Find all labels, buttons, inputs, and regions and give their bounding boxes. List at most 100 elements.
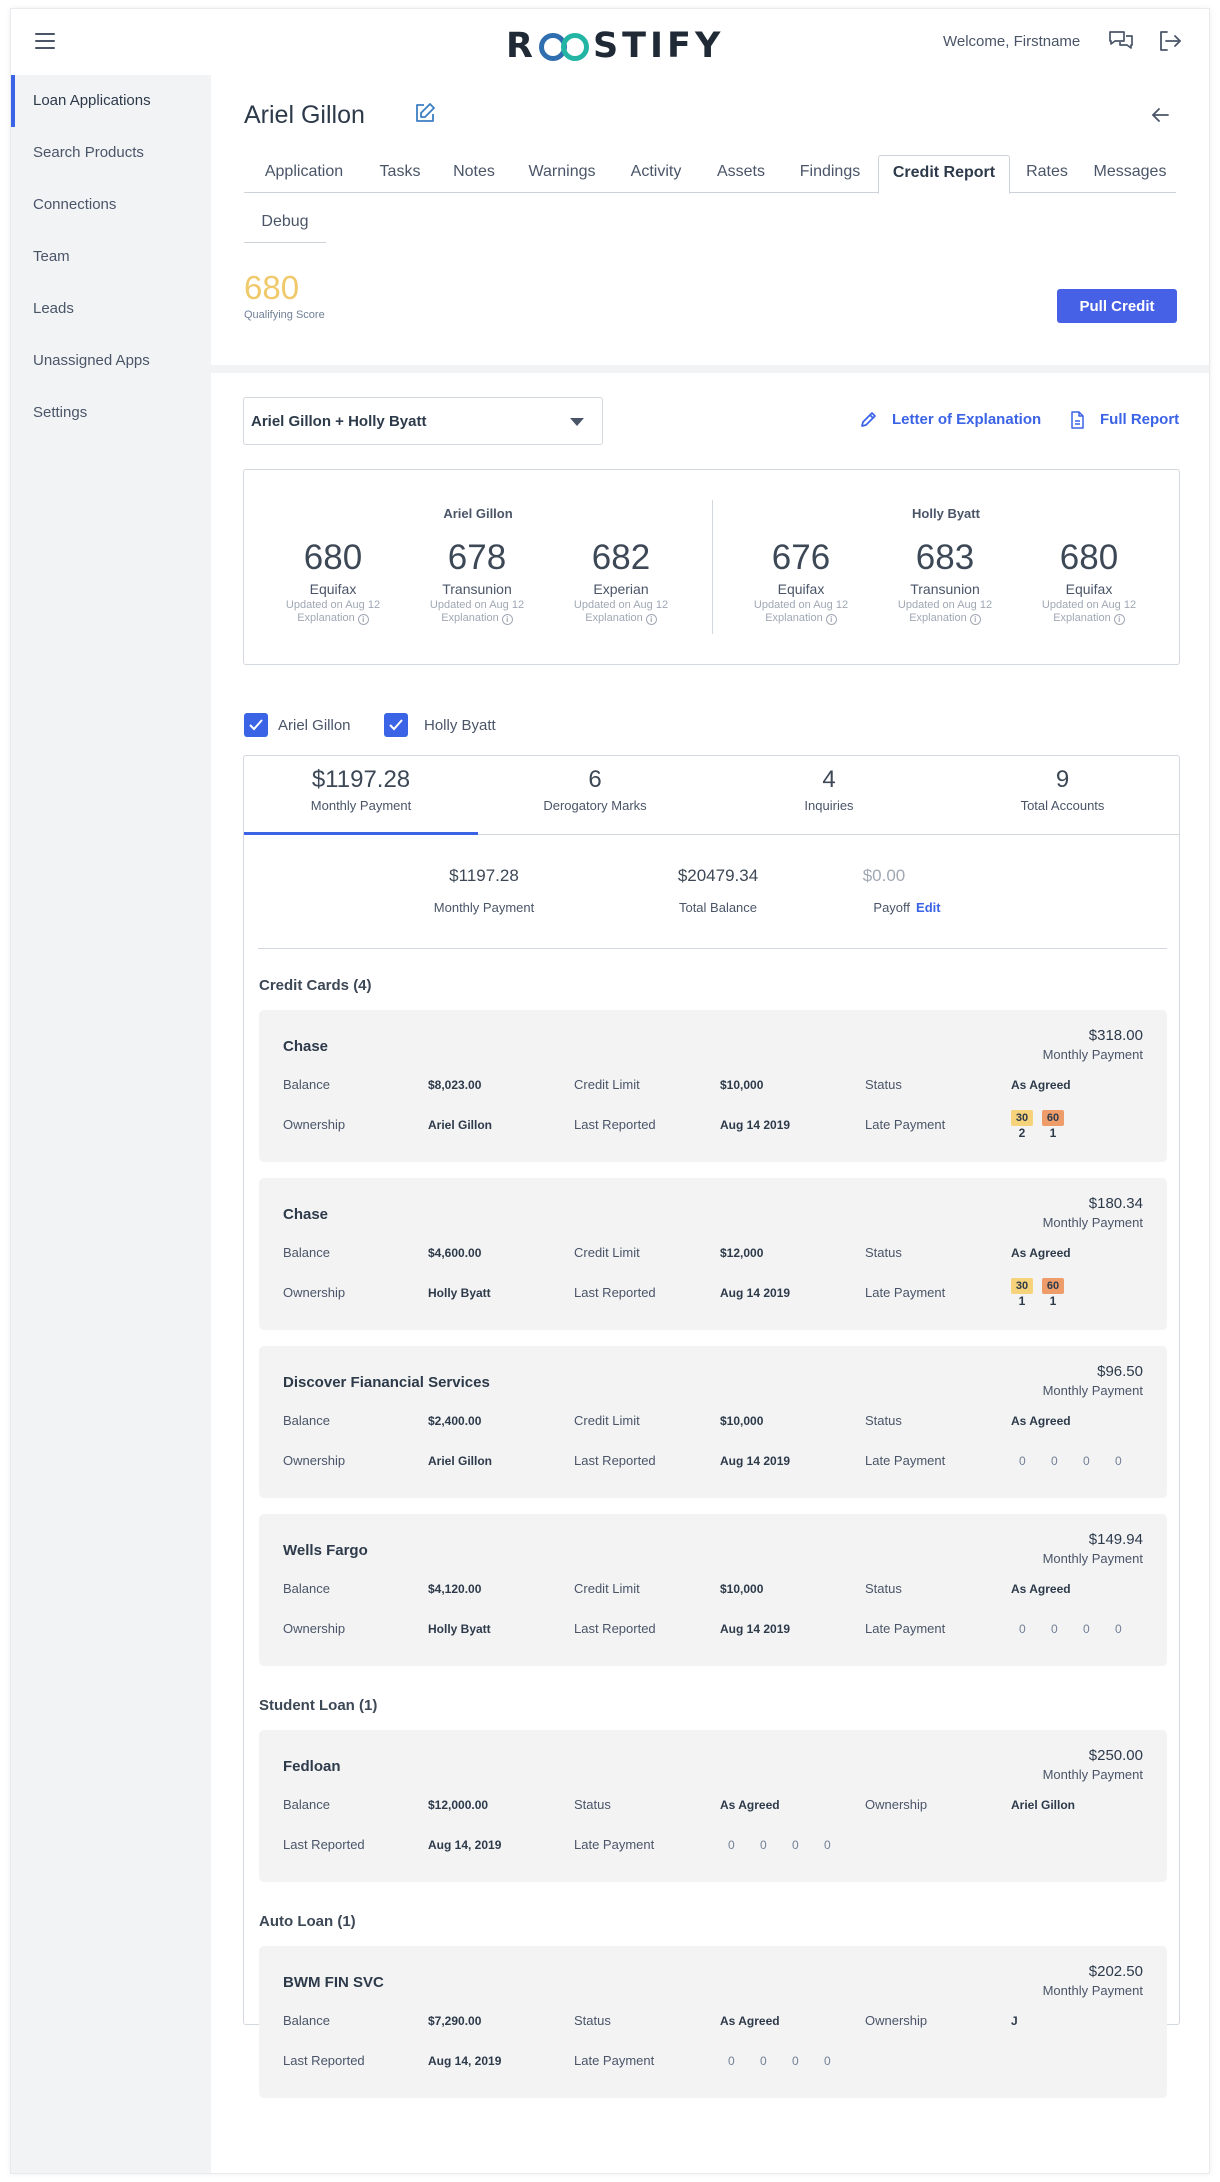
- filter-label[interactable]: Ariel Gillon: [278, 717, 351, 734]
- roostify-logo[interactable]: R STIFY: [506, 26, 724, 66]
- sidebar-item-connections[interactable]: Connections: [11, 179, 211, 231]
- edit-icon[interactable]: [414, 102, 436, 124]
- document-icon[interactable]: [1068, 411, 1086, 429]
- late-payment-label: Late Payment: [574, 1837, 655, 1852]
- sidebar-item-unassigned-apps[interactable]: Unassigned Apps: [11, 335, 211, 387]
- late-count: 0: [760, 2054, 767, 2068]
- explanation-link[interactable]: Explanation i: [741, 612, 861, 625]
- late-payment-counts: 0 0 0 0: [718, 2054, 846, 2068]
- stat-tab-derogatory-marks[interactable]: 6 Derogatory Marks: [478, 756, 712, 835]
- late-payment-counts: 0 0 0 0: [718, 1838, 846, 1852]
- explanation-label: Explanation: [765, 612, 823, 624]
- late-count: 0: [1083, 1454, 1090, 1468]
- status-value: As Agreed: [720, 2014, 780, 2028]
- borrower-select[interactable]: Ariel Gillon + Holly Byatt: [243, 397, 603, 445]
- status-value: As Agreed: [720, 1798, 780, 1812]
- total-value: $20479.34: [677, 866, 759, 885]
- stat-tab-inquiries[interactable]: 4 Inquiries: [712, 756, 946, 835]
- info-icon: i: [645, 614, 657, 625]
- status-label: Status: [574, 1797, 611, 1812]
- score-value: 683: [915, 538, 975, 577]
- tab-messages[interactable]: Messages: [1084, 155, 1176, 193]
- tab-assets[interactable]: Assets: [700, 155, 782, 193]
- explanation-label: Explanation: [297, 612, 355, 624]
- filter-checkbox-holly-byatt[interactable]: [384, 713, 408, 737]
- late-count: 0: [1115, 1454, 1122, 1468]
- last-reported-label: Last Reported: [574, 1453, 656, 1468]
- sidebar-item-team[interactable]: Team: [11, 231, 211, 283]
- explanation-link[interactable]: Explanation i: [561, 612, 681, 625]
- late-count: 0: [792, 1838, 799, 1852]
- tab-application[interactable]: Application: [244, 155, 364, 193]
- tab-credit-report[interactable]: Credit Report: [878, 155, 1010, 194]
- creditor-name: Fedloan: [283, 1758, 341, 1775]
- explanation-link[interactable]: Explanation i: [273, 612, 393, 625]
- monthly-payment-label: Monthly Payment: [1042, 1983, 1143, 1998]
- chat-icon[interactable]: [1108, 29, 1134, 53]
- late-count: 2: [1018, 1126, 1026, 1140]
- account-card[interactable]: Chase $180.34 Monthly Payment Balance $4…: [259, 1178, 1167, 1330]
- check-icon: [389, 719, 403, 731]
- sidebar-item-search-products[interactable]: Search Products: [11, 127, 211, 179]
- tab-findings[interactable]: Findings: [782, 155, 878, 193]
- account-card[interactable]: BWM FIN SVC $202.50 Monthly Payment Bala…: [259, 1946, 1167, 2098]
- ownership-label: Ownership: [283, 1621, 346, 1636]
- monthly-payment-label: Monthly Payment: [1042, 1767, 1143, 1782]
- score-value: 680: [1059, 538, 1119, 577]
- stat-value: 9: [1055, 766, 1070, 793]
- tab-tasks[interactable]: Tasks: [364, 155, 436, 193]
- balance-label: Balance: [283, 1077, 330, 1092]
- account-card[interactable]: Chase $318.00 Monthly Payment Balance $8…: [259, 1010, 1167, 1162]
- menu-icon[interactable]: [35, 33, 55, 49]
- total-label: Total Balance: [678, 900, 758, 915]
- tab-warnings[interactable]: Warnings: [512, 155, 612, 193]
- account-card[interactable]: Fedloan $250.00 Monthly Payment Balance …: [259, 1730, 1167, 1882]
- account-card[interactable]: Discover Fianancial Services $96.50 Mont…: [259, 1346, 1167, 1498]
- tab-debug[interactable]: Debug: [244, 205, 326, 243]
- balance-label: Balance: [283, 2013, 330, 2028]
- total-label: Monthly Payment: [433, 900, 535, 915]
- pull-credit-button[interactable]: Pull Credit: [1057, 289, 1177, 323]
- tab-notes[interactable]: Notes: [436, 155, 512, 193]
- qualifying-score: 680: [244, 269, 300, 306]
- filter-checkbox-ariel-gillon[interactable]: [244, 713, 268, 737]
- stat-label: Total Accounts: [1020, 798, 1105, 813]
- tab-rates[interactable]: Rates: [1010, 155, 1084, 193]
- sidebar-item-leads[interactable]: Leads: [11, 283, 211, 335]
- credit-limit-value: $10,000: [720, 1582, 764, 1596]
- logout-icon[interactable]: [1157, 29, 1183, 53]
- pencil-icon[interactable]: [859, 411, 877, 429]
- stat-tab-monthly-payment[interactable]: $1197.28 Monthly Payment: [244, 756, 478, 835]
- sidebar-item-loan-applications[interactable]: Loan Applications: [11, 75, 211, 127]
- bureau-score: 683 Transunion Updated on Aug 12 Explana…: [885, 538, 1005, 625]
- explanation-link[interactable]: Explanation i: [417, 612, 537, 625]
- welcome-text: Welcome, Firstname: [943, 33, 1081, 50]
- creditor-name: Chase: [283, 1038, 329, 1055]
- bureau-name: Equifax: [1065, 581, 1113, 597]
- letter-of-explanation-link[interactable]: Letter of Explanation: [892, 411, 1041, 428]
- ownership-label: Ownership: [865, 1797, 928, 1812]
- explanation-link[interactable]: Explanation i: [1029, 612, 1149, 625]
- late-payment-badges: 30 2 60 1: [1011, 1110, 1064, 1140]
- explanation-label: Explanation: [1053, 612, 1111, 624]
- monthly-payment-label: Monthly Payment: [1042, 1215, 1143, 1230]
- stat-tab-total-accounts[interactable]: 9 Total Accounts: [946, 756, 1179, 835]
- ownership-value: Holly Byatt: [428, 1286, 491, 1300]
- qualifying-score-label: Qualifying Score: [244, 309, 325, 321]
- account-card[interactable]: Wells Fargo $149.94 Monthly Payment Bala…: [259, 1514, 1167, 1666]
- tab-activity[interactable]: Activity: [612, 155, 700, 193]
- monthly-payment-value: $149.94: [1088, 1531, 1143, 1548]
- edit-payoff-link[interactable]: Edit: [916, 900, 941, 915]
- last-reported-label: Last Reported: [574, 1117, 656, 1132]
- late-count: 1: [1049, 1294, 1057, 1308]
- filter-label[interactable]: Holly Byatt: [424, 717, 496, 734]
- ownership-label: Ownership: [283, 1117, 346, 1132]
- explanation-link[interactable]: Explanation i: [885, 612, 1005, 625]
- last-reported-value: Aug 14 2019: [720, 1286, 791, 1300]
- late-count: 0: [760, 1838, 767, 1852]
- back-arrow-icon[interactable]: [1151, 107, 1169, 123]
- full-report-link[interactable]: Full Report: [1100, 411, 1179, 428]
- borrower-name: Ariel Gillon: [443, 506, 513, 521]
- sidebar-item-settings[interactable]: Settings: [11, 387, 211, 439]
- ownership-label: Ownership: [283, 1285, 346, 1300]
